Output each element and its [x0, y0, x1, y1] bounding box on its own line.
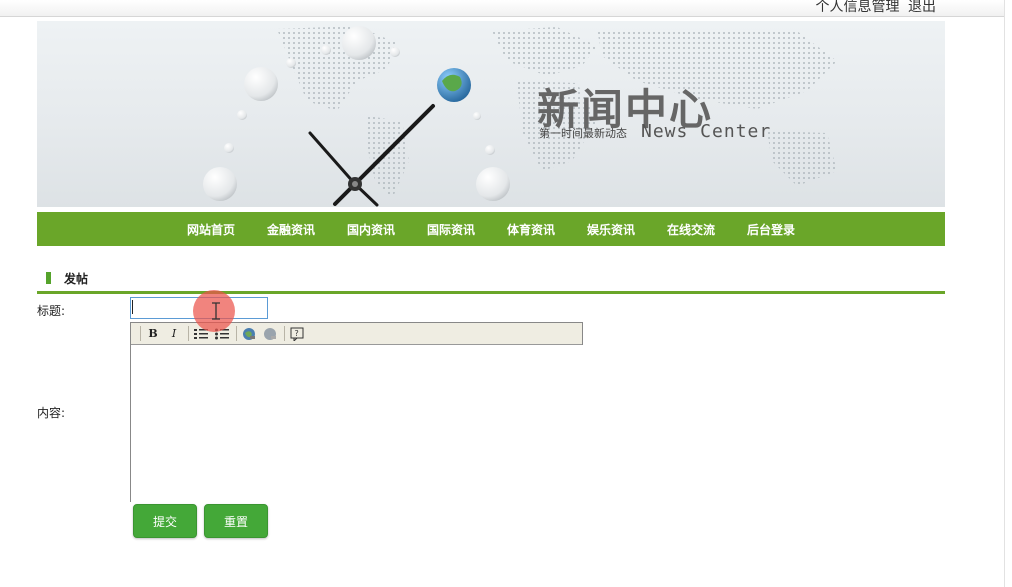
bold-icon[interactable]: B: [145, 326, 161, 342]
section-header: 发帖: [37, 267, 945, 294]
separator: [902, 0, 906, 15]
content-editor: B I ?: [130, 322, 586, 503]
text-caret: [132, 300, 133, 314]
banner: 新闻中心 第一时间最新动态 News Center: [37, 21, 945, 207]
reset-button[interactable]: 重置: [204, 504, 268, 538]
nav-item-domestic[interactable]: 国内资讯: [347, 221, 395, 238]
nav-item-home[interactable]: 网站首页: [187, 221, 235, 238]
content-textarea[interactable]: [131, 345, 586, 503]
toolbar-divider: [188, 326, 189, 341]
link-icon[interactable]: [241, 326, 257, 342]
banner-title-en: News Center: [641, 121, 772, 142]
toolbar-divider: [236, 326, 237, 341]
top-bar: 个人信息管理 退出: [0, 0, 1004, 17]
section-title: 发帖: [64, 272, 89, 286]
white-spheres: [203, 26, 510, 201]
banner-graphic: [203, 26, 837, 207]
title-label: 标题:: [37, 304, 66, 318]
banner-subtitle: 第一时间最新动态: [539, 127, 627, 140]
text-cursor-icon: [212, 302, 220, 320]
top-links: 个人信息管理 退出: [816, 0, 936, 16]
svg-text:?: ?: [295, 329, 299, 338]
nav-item-admin-login[interactable]: 后台登录: [747, 221, 795, 238]
help-icon[interactable]: ?: [289, 326, 305, 342]
nav-item-sports[interactable]: 体育资讯: [507, 221, 555, 238]
toolbar-divider: [284, 326, 285, 341]
main-nav: 网站首页 金融资讯 国内资讯 国际资讯 体育资讯 娱乐资讯 在线交流 后台登录: [37, 212, 945, 246]
nav-item-finance[interactable]: 金融资讯: [267, 221, 315, 238]
submit-button[interactable]: 提交: [133, 504, 197, 538]
nav-item-international[interactable]: 国际资讯: [427, 221, 475, 238]
unlink-icon[interactable]: [262, 326, 278, 342]
toolbar-divider: [140, 326, 141, 341]
section-marker: [46, 272, 51, 284]
nav-item-entertainment[interactable]: 娱乐资讯: [587, 221, 635, 238]
logout-link[interactable]: 退出: [908, 0, 936, 15]
nav-item-online-chat[interactable]: 在线交流: [667, 221, 715, 238]
italic-icon[interactable]: I: [166, 326, 182, 342]
content-label: 内容:: [37, 406, 66, 420]
profile-link[interactable]: 个人信息管理: [816, 0, 900, 15]
page-edge-divider: [1004, 0, 1005, 587]
